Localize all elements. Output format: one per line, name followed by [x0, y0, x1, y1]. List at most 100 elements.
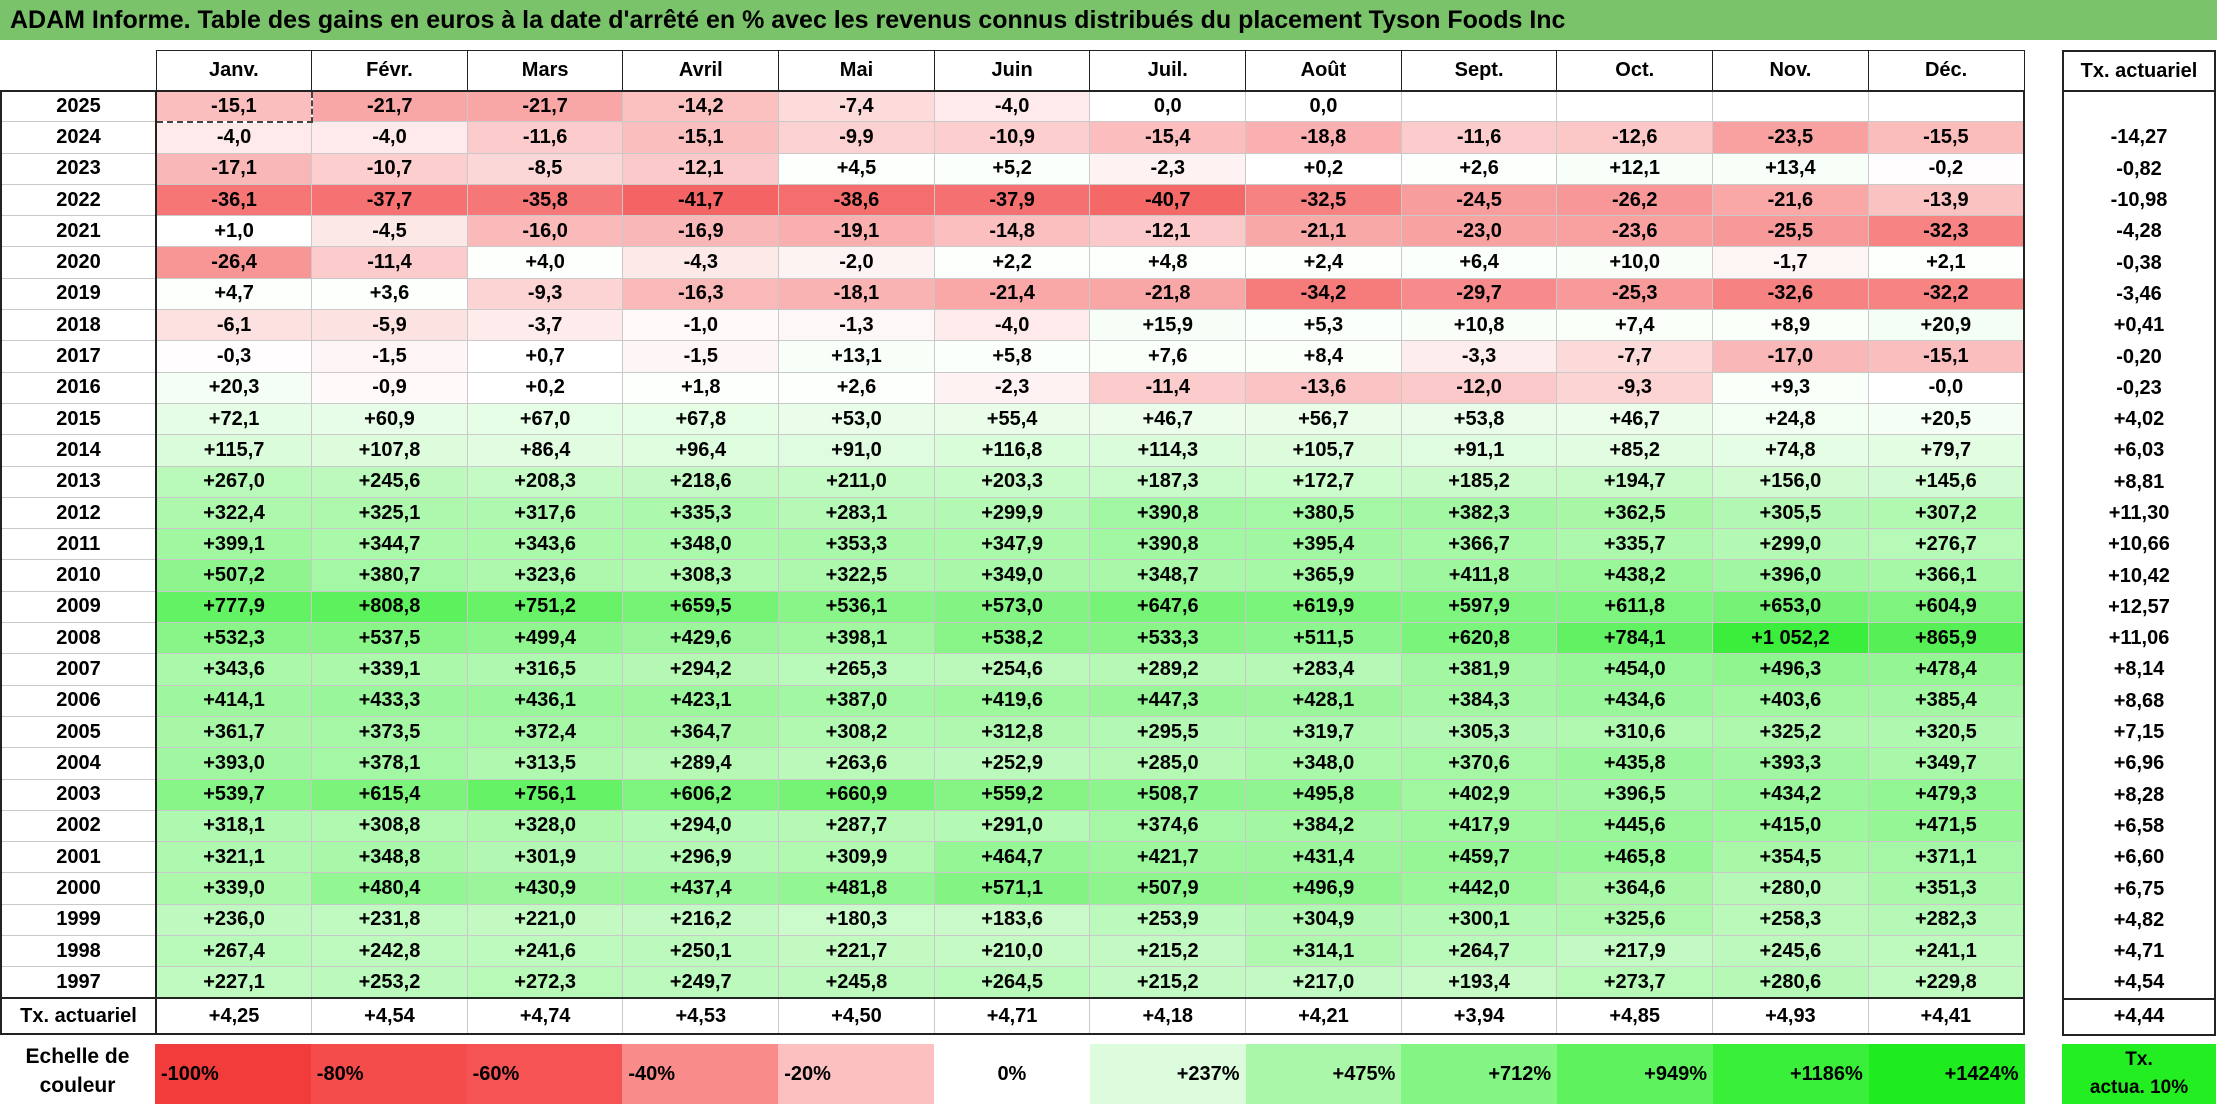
year-label: 2001: [0, 841, 157, 874]
gain-cell: -41,7: [622, 183, 780, 217]
year-row: 2018 -6,1 -5,9 -3,7 -1,0 -1,3 -4,0 +15,9 +5,3 +10…: [0, 309, 2025, 342]
gain-cell: +366,1: [1867, 559, 2025, 592]
year-label: 1998: [0, 935, 157, 968]
footer-rate-cell: +4,18: [1089, 997, 1247, 1036]
gain-cell: +445,6: [1556, 809, 1714, 843]
gain-cell: +4,7: [155, 277, 313, 311]
annual-rate-cell: +4,02: [2062, 403, 2216, 436]
annual-rate-cell: +8,14: [2062, 654, 2216, 686]
gain-cell: -4,5: [311, 215, 468, 248]
gain-cell: +282,3: [1867, 903, 2025, 937]
annual-rate-cell: +4,54: [2062, 967, 2216, 999]
gain-cell: +373,5: [311, 715, 468, 749]
gain-cell: +312,8: [933, 715, 1091, 749]
gain-cell: -15,5: [1867, 121, 2025, 154]
color-scale-swatch: 0%: [934, 1044, 1090, 1104]
gain-cell: -13,6: [1245, 371, 1402, 404]
gain-cell: +250,1: [622, 935, 780, 968]
gain-cell: +403,6: [1712, 684, 1869, 717]
gain-cell: +185,2: [1400, 465, 1558, 498]
gain-cell: -0,2: [1867, 152, 2025, 185]
gain-cell: +434,2: [1712, 778, 1869, 811]
gain-cell: +289,2: [1089, 653, 1247, 686]
color-scale-label-line2: couleur: [39, 1074, 116, 1097]
gain-cell: +481,8: [778, 872, 935, 905]
year-label: 2004: [0, 747, 157, 780]
gain-cell: +454,0: [1556, 653, 1714, 686]
gain-cell: +294,0: [622, 809, 780, 843]
gain-cell: -15,1: [622, 121, 780, 154]
year-label: 2007: [0, 653, 157, 686]
year-row: 2009 +777,9 +808,8 +751,2 +659,5 +536,1 +573,0…: [0, 590, 2025, 624]
annual-rate-cell: +8,81: [2062, 466, 2216, 498]
gain-cell: -4,0: [155, 121, 313, 154]
gain-cell: +308,3: [622, 559, 780, 592]
gain-cell: +245,8: [778, 966, 935, 1000]
gain-cell: +7,4: [1556, 309, 1714, 342]
footer-rate-cell: +4,93: [1712, 997, 1869, 1036]
gain-cell: +280,6: [1712, 966, 1869, 1000]
month-header-row: Janv. Févr. Mars Avril Mai Juin Juil. Août Sept.…: [1, 50, 2025, 92]
gain-cell: +349,0: [933, 559, 1091, 592]
gain-cell: [1712, 89, 1869, 123]
gain-cell: +604,9: [1867, 590, 2025, 624]
gain-cell: +283,4: [1245, 653, 1402, 686]
gain-cell: +310,6: [1556, 715, 1714, 749]
month-header: Déc.: [1867, 50, 2025, 91]
year-row: 2013 +267,0 +245,6 +208,3 +218,6 +211,0 +203,3…: [0, 465, 2025, 498]
annual-rate-cell: +6,03: [2062, 435, 2216, 467]
gain-cell: +1,0: [155, 215, 313, 248]
year-label: 2008: [0, 622, 157, 655]
gain-cell: +414,1: [155, 684, 313, 717]
gain-cell: +366,7: [1400, 528, 1558, 561]
gain-cell: +344,7: [311, 528, 468, 561]
gain-cell: +10,8: [1400, 309, 1558, 342]
gain-cell: +396,5: [1556, 778, 1714, 811]
gain-cell: +309,9: [778, 841, 935, 874]
gain-cell: +56,7: [1245, 402, 1402, 436]
actuarial-rate-legend: Tx. actua. 10%: [2062, 1044, 2216, 1104]
gain-cell: [1556, 89, 1714, 123]
gain-cell: -14,8: [933, 215, 1091, 248]
gain-cell: +236,0: [155, 903, 313, 937]
gain-cell: +423,1: [622, 684, 780, 717]
gain-cell: +241,6: [466, 935, 624, 968]
gain-cell: +325,1: [311, 496, 468, 530]
gain-cell: [1400, 89, 1558, 123]
year-row: 2017 -0,3 -1,5 +0,7 -1,5 +13,1 +5,8 +7,6 +8,4 -3,…: [0, 340, 2025, 373]
gain-cell: +46,7: [1089, 402, 1247, 436]
gain-cell: +471,5: [1867, 809, 2025, 843]
year-label: 2014: [0, 434, 157, 467]
gain-cell: +354,5: [1712, 841, 1869, 874]
year-row: 2025 -15,1 -21,7 -21,7 -14,2 -7,4 -4,0 0,0 0,0: [0, 89, 2025, 123]
year-label: 2005: [0, 715, 157, 749]
gain-cell: +381,9: [1400, 653, 1558, 686]
gain-cell: -13,9: [1867, 183, 2025, 217]
month-header: Juin: [933, 50, 1091, 91]
color-scale-swatch: +712%: [1401, 1044, 1558, 1104]
gains-table: Janv. Févr. Mars Avril Mai Juin Juil. Août Sept.…: [0, 50, 2025, 1036]
gain-cell: -12,1: [622, 152, 780, 185]
gain-cell: -4,0: [933, 309, 1091, 342]
gain-cell: -10,7: [311, 152, 468, 185]
color-scale-swatch: -60%: [466, 1044, 623, 1104]
color-scale-swatch: +949%: [1557, 1044, 1713, 1104]
gain-cell: +8,9: [1712, 309, 1869, 342]
gain-cell: +1 052,2: [1712, 622, 1869, 655]
gain-cell: -21,6: [1712, 183, 1869, 217]
gain-cell: +172,7: [1245, 465, 1402, 498]
gain-cell: +390,8: [1089, 528, 1247, 561]
gain-cell: +145,6: [1867, 465, 2025, 498]
gain-cell: +396,0: [1712, 559, 1869, 592]
gain-cell: -23,5: [1712, 121, 1869, 154]
gain-cell: +183,6: [933, 903, 1091, 937]
year-row: 2021 +1,0 -4,5 -16,0 -16,9 -19,1 -14,8 -12,1 -21…: [0, 215, 2025, 248]
gain-cell: -21,7: [466, 89, 624, 123]
year-row: 2020 -26,4 -11,4 +4,0 -4,3 -2,0 +2,2 +4,8 +2,4 +6…: [0, 246, 2025, 279]
year-row: 1997 +227,1 +253,2 +272,3 +249,7 +245,8 +264,5…: [0, 966, 2025, 1000]
year-label: 1997: [0, 966, 157, 1000]
gain-cell: +1,8: [622, 371, 780, 404]
gain-cell: +478,4: [1867, 653, 2025, 686]
gain-cell: +20,5: [1867, 402, 2025, 436]
gain-cell: +364,6: [1556, 872, 1714, 905]
